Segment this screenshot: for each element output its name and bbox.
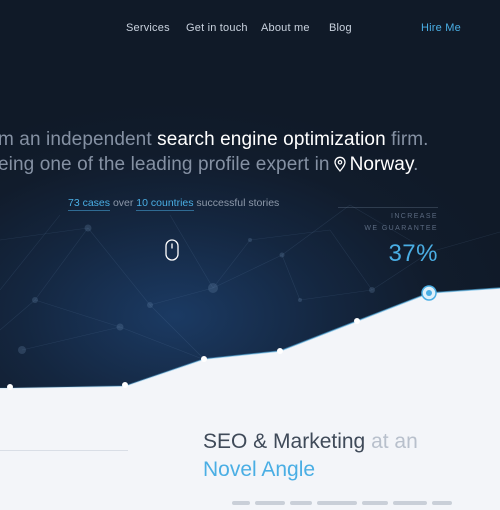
graph-point-highlight-core: [426, 290, 432, 296]
section-divider: [0, 450, 128, 451]
graph-point: [7, 384, 13, 390]
graph-point: [277, 348, 283, 354]
section-title-line1: SEO & Marketing at an: [203, 430, 418, 453]
growth-graph: [0, 285, 500, 500]
graph-point: [201, 356, 207, 362]
section-body-text-faded: [232, 492, 482, 505]
graph-point: [354, 318, 360, 324]
graph-point: [122, 382, 128, 388]
section-title-line2: Novel Angle: [203, 458, 316, 481]
